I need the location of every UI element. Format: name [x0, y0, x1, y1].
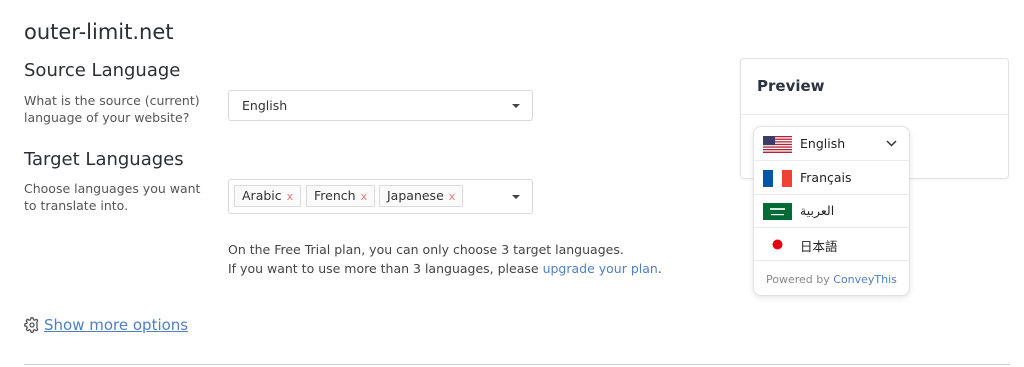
source-language-description: What is the source (current) language of…	[24, 93, 200, 125]
source-language-select[interactable]: English	[228, 90, 533, 121]
tag-japanese: Japanese x	[379, 185, 464, 207]
target-languages-description: Choose languages you want to translate i…	[24, 181, 201, 213]
sa-flag-icon	[763, 203, 792, 220]
gear-icon	[24, 317, 39, 333]
caret-down-icon	[512, 104, 520, 108]
language-option-french[interactable]: Français	[754, 161, 909, 195]
preview-title: Preview	[757, 77, 825, 95]
divider	[24, 364, 1010, 365]
tag-french: French x	[306, 185, 376, 207]
remove-icon[interactable]: x	[361, 190, 368, 203]
show-more-options[interactable]: Show more options	[24, 316, 188, 334]
show-more-options-label: Show more options	[44, 316, 189, 334]
remove-icon[interactable]: x	[287, 190, 294, 203]
tag-arabic: Arabic x	[234, 185, 302, 207]
site-title: outer-limit.net	[24, 20, 174, 44]
caret-down-icon[interactable]	[512, 195, 520, 199]
target-languages-select[interactable]: Arabic x French x Japanese x	[228, 179, 533, 214]
language-switcher: English Français العربية 日本語 Powered by …	[753, 126, 910, 296]
language-option-japanese[interactable]: 日本語	[754, 227, 909, 261]
preview-separator	[741, 114, 1008, 115]
us-flag-icon	[763, 136, 792, 153]
current-language-label: English	[800, 136, 846, 151]
language-switcher-current[interactable]: English	[754, 127, 909, 161]
chevron-down-icon	[886, 137, 897, 150]
target-languages-heading: Target Languages	[24, 149, 184, 170]
powered-by: Powered by ConveyThis	[766, 273, 897, 286]
upgrade-notice: If you want to use more than 3 languages…	[228, 261, 662, 276]
source-language-value: English	[242, 98, 288, 113]
source-language-heading: Source Language	[24, 60, 181, 81]
plan-limit-notice: On the Free Trial plan, you can only cho…	[228, 242, 624, 257]
language-option-arabic[interactable]: العربية	[754, 194, 909, 228]
fr-flag-icon	[763, 170, 792, 187]
remove-icon[interactable]: x	[449, 190, 456, 203]
conveythis-link[interactable]: ConveyThis	[833, 273, 897, 286]
jp-flag-icon	[763, 236, 792, 253]
upgrade-plan-link[interactable]: upgrade your plan	[543, 261, 658, 276]
